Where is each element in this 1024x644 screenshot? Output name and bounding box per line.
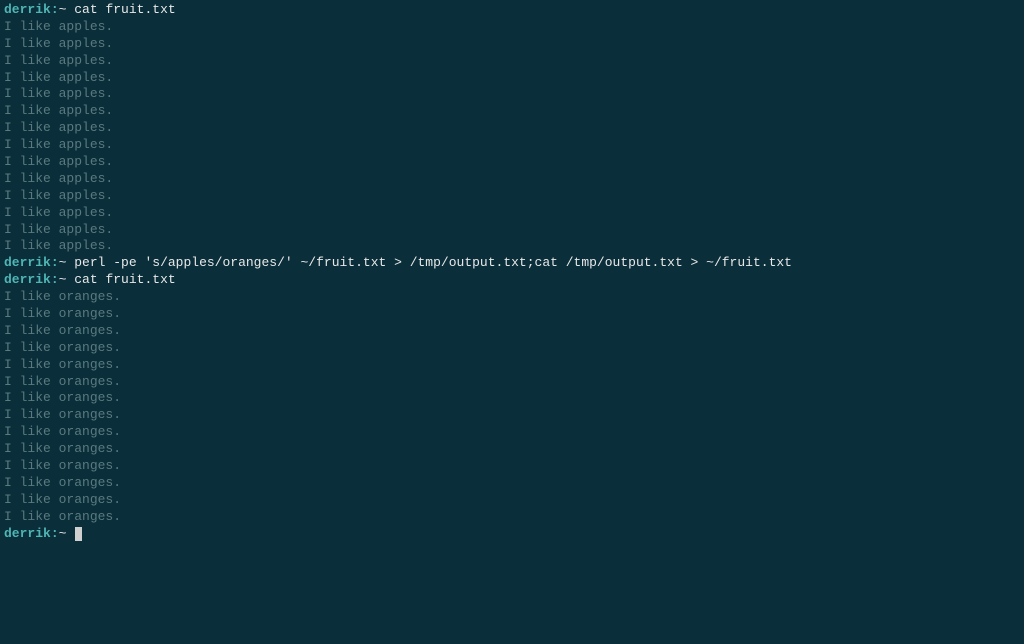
output-line: I like oranges.: [4, 458, 1020, 475]
output-line: I like oranges.: [4, 357, 1020, 374]
prompt-user: derrik: [4, 255, 51, 270]
output-line: I like apples.: [4, 70, 1020, 87]
output-line: I like oranges.: [4, 390, 1020, 407]
command-line: derrik:~ perl -pe 's/apples/oranges/' ~/…: [4, 255, 1020, 272]
output-line: I like apples.: [4, 222, 1020, 239]
command-text: perl -pe 's/apples/oranges/' ~/fruit.txt…: [74, 255, 792, 270]
prompt-symbol: [66, 526, 74, 541]
output-line: I like apples.: [4, 154, 1020, 171]
prompt-separator: :: [51, 526, 59, 541]
output-line: I like oranges.: [4, 289, 1020, 306]
output-line: I like apples.: [4, 205, 1020, 222]
prompt-separator: :: [51, 272, 59, 287]
output-line: I like apples.: [4, 36, 1020, 53]
cursor-icon: [75, 527, 82, 541]
prompt-user: derrik: [4, 272, 51, 287]
output-line: I like apples.: [4, 53, 1020, 70]
output-line: I like oranges.: [4, 323, 1020, 340]
output-line: I like apples.: [4, 86, 1020, 103]
prompt-user: derrik: [4, 2, 51, 17]
command-text: cat fruit.txt: [74, 272, 175, 287]
output-line: I like oranges.: [4, 424, 1020, 441]
output-line: I like apples.: [4, 171, 1020, 188]
command-text: cat fruit.txt: [74, 2, 175, 17]
output-line: I like oranges.: [4, 509, 1020, 526]
output-line: I like oranges.: [4, 340, 1020, 357]
terminal-output[interactable]: derrik:~ cat fruit.txtI like apples.I li…: [4, 2, 1020, 543]
output-line: I like oranges.: [4, 374, 1020, 391]
output-line: I like oranges.: [4, 441, 1020, 458]
current-prompt-line[interactable]: derrik:~: [4, 526, 1020, 543]
command-line: derrik:~ cat fruit.txt: [4, 2, 1020, 19]
output-line: I like oranges.: [4, 492, 1020, 509]
output-line: I like apples.: [4, 103, 1020, 120]
output-line: I like apples.: [4, 19, 1020, 36]
prompt-user: derrik: [4, 526, 51, 541]
output-line: I like oranges.: [4, 407, 1020, 424]
command-line: derrik:~ cat fruit.txt: [4, 272, 1020, 289]
output-line: I like apples.: [4, 238, 1020, 255]
prompt-separator: :: [51, 2, 59, 17]
output-line: I like apples.: [4, 188, 1020, 205]
prompt-separator: :: [51, 255, 59, 270]
output-line: I like oranges.: [4, 306, 1020, 323]
output-line: I like oranges.: [4, 475, 1020, 492]
output-line: I like apples.: [4, 137, 1020, 154]
output-line: I like apples.: [4, 120, 1020, 137]
